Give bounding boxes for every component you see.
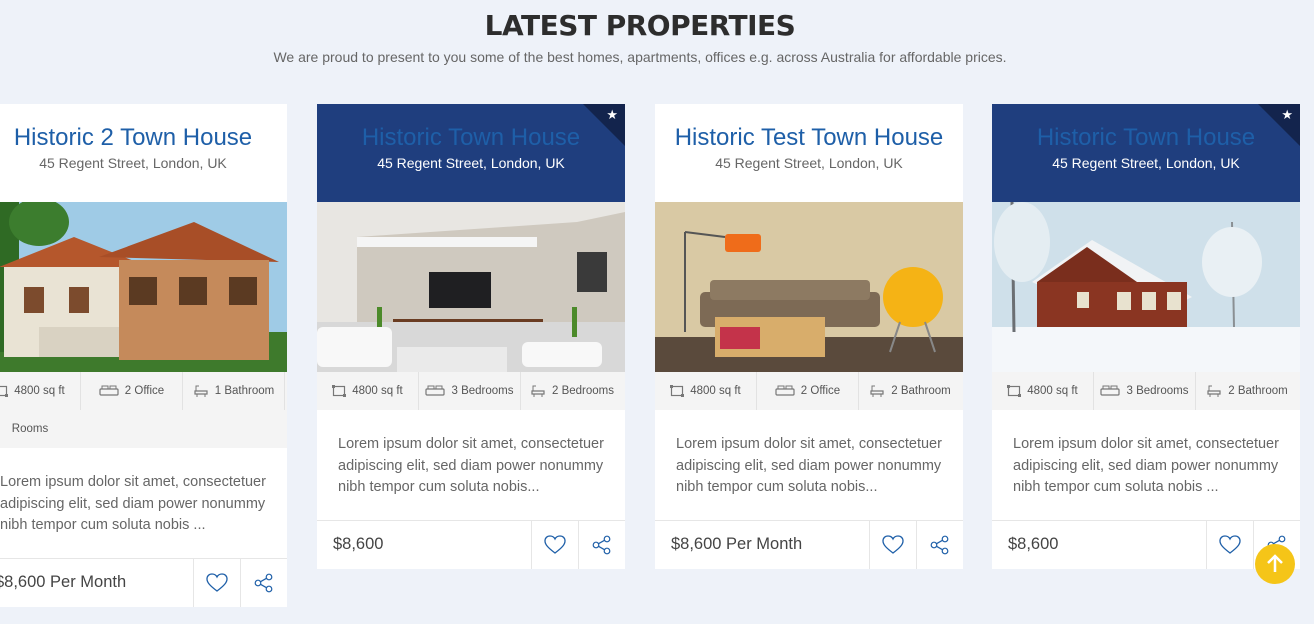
area-icon [1007,385,1022,397]
feature-label: 2 Bathroom [891,385,951,397]
area-icon [0,385,9,397]
favorite-button[interactable] [531,520,578,569]
favorite-button[interactable] [1206,520,1253,569]
heart-icon [206,572,228,592]
property-description: Lorem ipsum dolor sit amet, consectetuer… [1013,436,1279,495]
feature-area: 4800 sq ft [317,372,419,410]
bathtub-icon [194,385,208,397]
feature-label: 4800 sq ft [14,385,65,397]
section-title: LATEST PROPERTIES [484,9,796,42]
property-address: 45 Regent Street, London, UK [39,155,227,171]
feature-bedrooms: 3 Bedrooms [1094,372,1196,410]
property-card[interactable]: Historic Test Town House 45 Regent Stree… [655,104,963,569]
feature-bathroom: 2 Bathroom [1196,372,1298,410]
property-address: 45 Regent Street, London, UK [377,155,565,171]
feature-bathroom: 2 Bedrooms [521,372,623,410]
property-title[interactable]: Historic Test Town House [655,104,963,152]
property-photo[interactable] [655,202,963,372]
feature-label: 4800 sq ft [690,385,741,397]
bed-icon [425,385,446,396]
property-price: $8,600 [1008,535,1059,553]
feature-office: 2 Office [81,372,183,410]
share-icon [592,535,611,554]
property-address: 45 Regent Street, London, UK [715,155,903,171]
property-price: $8,600 [333,535,384,553]
feature-area: 4800 sq ft [655,372,757,410]
star-icon: ★ [606,107,618,122]
property-features: 4800 sq ft 3 Bedrooms 2 Bathroom [992,372,1300,410]
scroll-to-top-button[interactable] [1255,544,1295,584]
section-subtitle: We are proud to present to you some of t… [273,49,1007,65]
favorite-button[interactable] [869,520,916,569]
featured-ribbon [1258,104,1300,146]
feature-label: Rooms [11,423,49,435]
featured-ribbon [583,104,625,146]
bed-icon [1100,385,1121,396]
favorite-button[interactable] [193,558,240,607]
property-description: Lorem ipsum dolor sit amet, consectetuer… [676,436,942,495]
bathtub-icon [870,385,884,397]
card-footer: $8,600 Per Month [0,557,287,607]
property-description: Lorem ipsum dolor sit amet, consectetuer… [0,474,266,533]
property-address: 45 Regent Street, London, UK [1052,155,1240,171]
arrow-up-icon [1267,554,1283,572]
card-header: ★ Historic Town House 45 Regent Street, … [317,104,625,202]
bathtub-icon [1207,385,1221,397]
bed-icon [99,385,119,396]
card-footer: $8,600 Per Month [655,519,963,569]
property-title[interactable]: Historic Town House [317,104,625,152]
area-icon [332,385,347,397]
feature-bedrooms: 3 Bedrooms [419,372,521,410]
property-features: 4800 sq ft 3 Bedrooms 2 Bedrooms [317,372,625,410]
share-button[interactable] [240,558,287,607]
property-card[interactable]: ★ Historic Town House 45 Regent Street, … [317,104,625,569]
property-title[interactable]: Historic 2 Town House [0,104,287,152]
property-price: $8,600 Per Month [0,573,127,591]
share-button[interactable] [578,520,625,569]
bed-icon [775,385,795,396]
star-icon: ★ [1281,107,1293,122]
feature-label: 2 Bedrooms [551,385,614,397]
card-header: Historic 2 Town House 45 Regent Street, … [0,104,287,202]
feature-bathroom: 1 Bathroom [183,372,285,410]
feature-label: 3 Bedrooms [451,385,514,397]
card-header: Historic Test Town House 45 Regent Stree… [655,104,963,202]
feature-label: 4800 sq ft [1027,385,1078,397]
heart-icon [544,534,566,554]
property-card[interactable]: ★ Historic Town House 45 Regent Street, … [992,104,1300,569]
feature-office: 2 Office [757,372,859,410]
section-heading: LATEST PROPERTIES We are proud to presen… [0,8,1280,65]
share-button[interactable] [916,520,963,569]
property-photo[interactable] [317,202,625,372]
property-features: 4800 sq ft 2 Office 2 Bathroom [655,372,963,410]
property-description: Lorem ipsum dolor sit amet, consectetuer… [338,436,604,495]
share-icon [930,535,949,554]
feature-label: 2 Office [800,385,841,397]
feature-label: 3 Bedrooms [1126,385,1189,397]
feature-label: 4800 sq ft [352,385,403,397]
feature-label: 1 Bathroom [214,385,275,397]
card-header: ★ Historic Town House 45 Regent Street, … [992,104,1300,202]
share-icon [254,573,273,592]
property-price: $8,600 Per Month [671,535,803,553]
feature-label: 2 Office [124,385,165,397]
property-title[interactable]: Historic Town House [992,104,1300,152]
heart-icon [882,534,904,554]
feature-area: 4800 sq ft [992,372,1094,410]
card-footer: $8,600 [317,519,625,569]
feature-label: 2 Bathroom [1228,385,1288,397]
area-icon [670,385,685,397]
property-features: 4800 sq ft 2 Office 1 Bathroom Rooms [0,372,287,448]
card-footer: $8,600 [992,519,1300,569]
feature-area: 4800 sq ft [0,372,81,410]
property-card[interactable]: Historic 2 Town House 45 Regent Street, … [0,104,287,607]
property-photo[interactable] [0,202,287,372]
heart-icon [1219,534,1241,554]
feature-rooms: Rooms [0,410,81,448]
feature-bathroom: 2 Bathroom [859,372,961,410]
bathtub-icon [531,385,545,397]
property-photo[interactable] [992,202,1300,372]
